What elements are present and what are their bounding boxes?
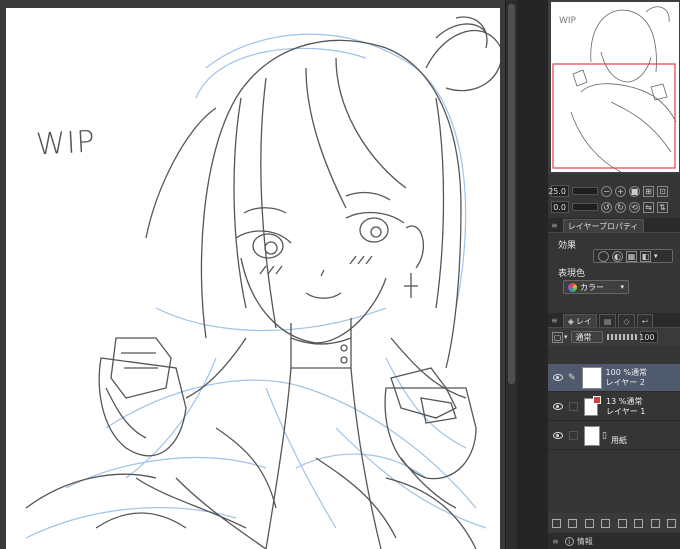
pattern-effect-icon[interactable]: ▦	[626, 250, 637, 262]
rotate-controls-row: 0.0 ↺ ↻ ⟲ ⇋ ⇅	[548, 201, 680, 213]
border-effect-icon[interactable]	[598, 250, 609, 262]
layer-name: レイヤー 2	[605, 377, 645, 387]
layer-row[interactable]: ✎ 100 %通常 レイヤー 2	[548, 364, 680, 392]
new-raster-layer-icon[interactable]	[551, 518, 561, 528]
tab-layer-third[interactable]: ◇	[618, 314, 635, 327]
layer-blend-toolbar: ▢ ▾ 通常 100	[548, 328, 680, 346]
layer-stack-icon: ◈	[567, 316, 574, 326]
canvas-vertical-scrollbar[interactable]	[505, 0, 517, 549]
lock-toggle[interactable]	[569, 402, 578, 411]
flip-horizontal-icon[interactable]: ⇋	[643, 201, 654, 213]
new-vector-layer-icon[interactable]	[568, 518, 578, 528]
layer-property-tab-label: レイヤープロパティ	[567, 221, 639, 231]
tab-layer-search[interactable]: ▤	[598, 314, 617, 327]
canvas-area: WIP	[0, 0, 505, 549]
expression-color-select[interactable]: カラー ▾	[563, 280, 629, 294]
layer-text: 13 %通常 レイヤー 1	[606, 397, 645, 417]
expression-color-label: 表現色	[558, 269, 586, 279]
layer-color-icon[interactable]: ◧	[640, 250, 651, 262]
chevron-down-icon: ▾	[620, 283, 624, 291]
fit-window-icon[interactable]: ⊞	[643, 185, 654, 197]
navigator-view-frame	[552, 63, 676, 169]
blend-mode-select[interactable]: 通常	[570, 331, 603, 343]
layer-name: レイヤー 1	[606, 406, 646, 416]
info-icon: i	[564, 536, 574, 546]
effect-dropdown-icon[interactable]: ▾	[654, 252, 658, 260]
tone-effect-icon[interactable]: ◐	[612, 250, 623, 262]
drawing-canvas[interactable]: WIP	[6, 8, 500, 549]
pen-icon: ✎	[568, 372, 576, 383]
opacity-value[interactable]: 100	[639, 331, 658, 343]
layer-text: 用紙	[611, 436, 627, 446]
mask-icon[interactable]	[634, 518, 644, 528]
panel-gutter	[517, 0, 548, 549]
zoom-controls-row: 25.0 − + ■ ⊞ ⊡	[548, 185, 680, 197]
trash-icon[interactable]	[667, 518, 677, 528]
right-panel: WIP 25.0 − + ■ ⊞ ⊡ 0.0 ↺ ↻ ⟲ ⇋ ⇅ ≡ レイヤープ…	[548, 0, 680, 549]
wip-label: WIP	[35, 124, 97, 163]
paper-icon: ▯	[602, 430, 607, 441]
flip-vertical-icon[interactable]: ⇅	[657, 201, 668, 213]
tab-auto-action[interactable]: ↩	[636, 314, 654, 327]
opacity-slider[interactable]	[606, 334, 637, 340]
layer-panel-tabbar: ≡ ◈ レイ ▤ ◇ ↩	[548, 313, 680, 328]
navigator-panel: WIP	[548, 0, 680, 174]
layer-thumbnail	[581, 366, 602, 389]
layer-row[interactable]: 13 %通常 レイヤー 1	[548, 393, 680, 421]
fit-icon[interactable]: ■	[629, 185, 640, 197]
layer-mode: 13 %通常	[606, 396, 643, 406]
status-menu-icon[interactable]: ≡	[552, 537, 559, 546]
status-bar: ≡ i 情報	[548, 533, 680, 549]
tab-layer-property[interactable]: レイヤープロパティ	[562, 219, 644, 232]
zoom-slider[interactable]	[572, 187, 598, 195]
tab-layer[interactable]: ◈ レイ	[562, 314, 597, 327]
layer-name: 用紙	[610, 435, 627, 445]
zoom-out-icon[interactable]: −	[601, 185, 612, 197]
blend-dropdown-icon[interactable]: ▾	[564, 333, 568, 341]
new-folder-icon[interactable]	[584, 518, 594, 528]
layer-tab-label: レイ	[575, 316, 592, 326]
visibility-eye-icon[interactable]	[553, 403, 563, 410]
visibility-eye-icon[interactable]	[553, 432, 563, 439]
merge-layer-icon[interactable]	[617, 518, 627, 528]
visibility-eye-icon[interactable]	[553, 374, 563, 381]
reset-rotate-icon[interactable]: ⟲	[629, 201, 640, 213]
zoom-in-icon[interactable]: +	[615, 185, 626, 197]
effect-label: 効果	[558, 241, 577, 251]
layer-text: 100 %通常 レイヤー 2	[606, 368, 647, 388]
layer-row[interactable]: ▯ 用紙	[548, 422, 680, 450]
blend-mode-value: 通常	[575, 332, 592, 342]
layer-mode: 100 %通常	[605, 367, 647, 377]
layer-thumbnail	[584, 395, 601, 416]
rotate-right-icon[interactable]: ↻	[615, 201, 626, 213]
info-label[interactable]: 情報	[577, 536, 593, 547]
app-window: WIP WIP 25.0 − + ■ ⊞ ⊡ 0.0 ↺ ↻ ⟲ ⇋ ⇅ ≡ レ…	[0, 0, 680, 549]
rotate-value[interactable]: 0.0	[551, 201, 569, 213]
navigator-thumbnail	[552, 6, 677, 172]
effect-buttons: ◐ ▦ ◧ ▾	[593, 249, 673, 263]
color-wheel-icon	[568, 282, 577, 292]
layer-bottom-toolbar	[548, 513, 680, 533]
zoom-value[interactable]: 25.0	[548, 185, 569, 197]
actual-size-icon[interactable]: ⊡	[657, 185, 668, 197]
paper-thumbnail	[584, 425, 600, 446]
layer-clip-icon[interactable]: ▢	[552, 331, 563, 343]
delete-mask-icon[interactable]	[650, 518, 660, 528]
layer-panel-menu-icon[interactable]: ≡	[551, 316, 558, 325]
panel-menu-icon[interactable]: ≡	[551, 221, 558, 230]
navigator-wip-label: WIP	[559, 16, 576, 26]
copy-layer-icon[interactable]	[601, 518, 611, 528]
rotate-slider[interactable]	[572, 203, 598, 211]
expression-color-value: カラー	[580, 282, 604, 292]
scrollbar-thumb[interactable]	[508, 4, 515, 384]
rotate-left-icon[interactable]: ↺	[601, 201, 612, 213]
sketch-artwork	[25, 16, 500, 549]
lock-toggle[interactable]	[569, 431, 578, 440]
layer-color-badge	[593, 395, 601, 404]
navigator-preview[interactable]: WIP	[551, 2, 679, 172]
layer-property-tabbar: ≡ レイヤープロパティ	[548, 218, 680, 233]
